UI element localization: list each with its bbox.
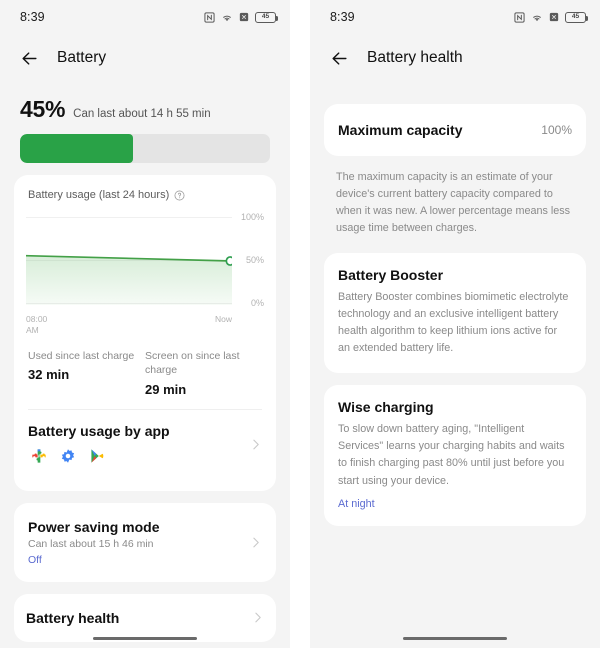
mute-icon xyxy=(239,12,249,22)
battery-health-card[interactable]: Battery health xyxy=(14,593,276,642)
chart-ytick-100: 100% xyxy=(240,212,264,222)
power-saving-state: Off xyxy=(28,553,42,566)
battery-usage-card: Battery usage (last 24 hours) 100% 50% 0… xyxy=(14,175,276,491)
battery-booster-body: Battery Booster combines biomimetic elec… xyxy=(338,291,569,355)
app-bar: Battery health xyxy=(310,34,600,82)
mute-icon xyxy=(549,12,559,22)
chevron-right-icon xyxy=(253,537,259,547)
stat-value: 29 min xyxy=(145,381,187,397)
status-clock: 8:39 xyxy=(20,10,45,24)
chart-header: Battery usage (last 24 hours) xyxy=(26,189,264,201)
wise-charging-card: Wise charging To slow down battery aging… xyxy=(324,385,586,526)
wise-charging-body: To slow down battery aging, "Intelligent… xyxy=(338,423,565,487)
dual-screenshot: 8:39 45 Battery 45% Can last about 14 h … xyxy=(0,0,600,648)
battery-estimate: Can last about 14 h 55 min xyxy=(73,108,211,120)
stat-value: 32 min xyxy=(28,367,70,383)
maximum-capacity-card: Maximum capacity 100% xyxy=(324,104,586,156)
usage-stats: Used since last charge 32 min Screen on … xyxy=(26,335,264,408)
chart-xtick-start: 08:00 AM xyxy=(26,314,48,335)
row-title: Battery usage by app xyxy=(28,422,170,439)
page-title: Battery xyxy=(57,49,107,66)
wifi-icon xyxy=(533,15,541,21)
stat-screen-on-since-charge: Screen on since last charge 29 min xyxy=(145,349,262,396)
status-bar: 8:39 45 xyxy=(0,0,290,34)
chart-xtick-end: Now xyxy=(214,314,232,324)
chart-plot-area xyxy=(25,211,233,311)
stat-label: Screen on since last charge xyxy=(145,350,240,377)
battery-percent: 45% xyxy=(20,96,66,122)
status-icons: 45 xyxy=(514,11,589,23)
back-arrow-icon[interactable] xyxy=(330,49,349,68)
screen-battery-health: 8:39 45 Battery health Maximum capacity … xyxy=(310,0,600,648)
maximum-capacity-value: 100% xyxy=(541,123,572,137)
battery-health-row[interactable]: Battery health xyxy=(14,594,276,642)
chart-ytick-50: 50% xyxy=(245,255,264,265)
battery-summary: 45% Can last about 14 h 55 min xyxy=(0,82,290,123)
screen-battery: 8:39 45 Battery 45% Can last about 14 h … xyxy=(0,0,290,648)
home-indicator xyxy=(93,636,197,640)
battery-usage-by-app-row[interactable]: Battery usage by app xyxy=(26,410,264,477)
settings-gear-icon xyxy=(61,448,75,463)
wise-charging-schedule-link[interactable]: At night xyxy=(338,498,572,510)
row-title: Battery health xyxy=(26,609,120,626)
info-icon[interactable] xyxy=(174,190,185,201)
chevron-right-icon xyxy=(253,439,259,450)
google-play-services-icon xyxy=(32,448,46,463)
maximum-capacity-label: Maximum capacity xyxy=(338,122,463,138)
maximum-capacity-row: Maximum capacity 100% xyxy=(324,104,586,156)
stat-label: Used since last charge xyxy=(28,350,135,363)
play-store-icon xyxy=(91,448,104,463)
battery-icon: 45 xyxy=(565,11,589,23)
status-bar: 8:39 45 xyxy=(310,0,600,34)
power-saving-card[interactable]: Power saving mode Can last about 15 h 46… xyxy=(14,502,276,582)
maximum-capacity-note: The maximum capacity is an estimate of y… xyxy=(336,171,571,235)
app-bar: Battery xyxy=(0,34,290,82)
chart-end-marker xyxy=(26,211,232,311)
battery-usage-chart: 100% 50% 0% xyxy=(25,211,264,311)
page-title: Battery health xyxy=(367,49,463,66)
nfc-icon xyxy=(204,11,215,23)
battery-level-text: 45 xyxy=(571,12,580,20)
wifi-icon xyxy=(223,15,231,21)
battery-level-text: 45 xyxy=(261,12,270,20)
app-icon-list xyxy=(28,439,170,467)
chart-x-axis: 08:00 AM Now xyxy=(26,314,264,335)
power-saving-row[interactable]: Power saving mode Can last about 15 h 46… xyxy=(26,517,264,568)
chart-ytick-0: 0% xyxy=(250,298,264,308)
battery-booster-title: Battery Booster xyxy=(338,267,444,284)
nfc-icon xyxy=(514,11,525,23)
battery-icon: 45 xyxy=(255,11,279,23)
stat-used-since-charge: Used since last charge 32 min xyxy=(28,349,145,396)
status-icons: 45 xyxy=(204,11,279,23)
chart-title: Battery usage (last 24 hours) xyxy=(28,189,170,201)
wise-charging-title: Wise charging xyxy=(338,399,434,416)
back-arrow-icon[interactable] xyxy=(20,49,39,68)
status-clock: 8:39 xyxy=(330,10,355,24)
battery-booster-card: Battery Booster Battery Booster combines… xyxy=(324,253,586,374)
home-indicator xyxy=(403,636,507,640)
row-subtitle: Can last about 15 h 46 min xyxy=(28,537,154,550)
battery-progress-bar xyxy=(20,134,270,163)
chevron-right-icon xyxy=(255,612,261,623)
battery-progress-fill xyxy=(20,134,133,163)
row-title: Power saving mode xyxy=(28,518,160,535)
